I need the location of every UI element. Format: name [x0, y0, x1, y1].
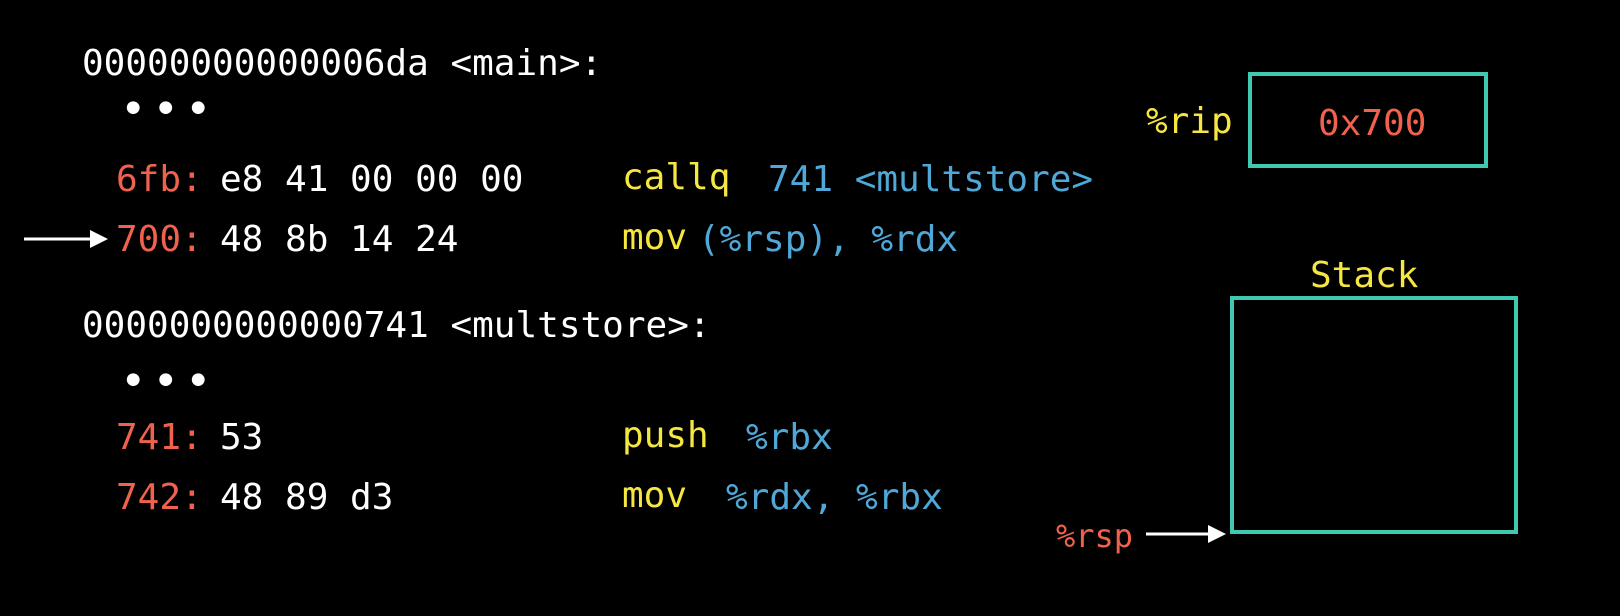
- instruction-operands: (%rsp), %rdx: [698, 219, 959, 260]
- stack-box: [1230, 296, 1518, 534]
- main-function-header: 00000000000006da <main>:: [82, 43, 603, 84]
- instruction-operands: 741 <multstore>: [768, 159, 1094, 200]
- multstore-ellipsis: •••: [120, 356, 218, 407]
- instruction-bytes: 48 8b 14 24: [220, 219, 459, 260]
- stack-title: Stack: [1310, 255, 1419, 296]
- right-arrow-icon: [1146, 525, 1226, 543]
- multstore-function-header: 0000000000000741 <multstore>:: [82, 305, 711, 346]
- main-ellipsis: •••: [120, 84, 218, 135]
- instruction-address: 741:: [116, 417, 203, 458]
- instruction-opcode: callq: [622, 157, 731, 198]
- instruction-address: 6fb:: [116, 159, 203, 200]
- instruction-address: 742:: [116, 477, 203, 518]
- rip-register-value: 0x700: [1318, 103, 1427, 144]
- instruction-opcode: mov: [622, 217, 688, 258]
- instruction-opcode: mov: [622, 475, 688, 516]
- rsp-register-label: %rsp: [1056, 517, 1134, 555]
- rip-register-label: %rip: [1146, 101, 1233, 142]
- instruction-bytes: 48 89 d3: [220, 477, 394, 518]
- instruction-bytes: 53: [220, 417, 264, 458]
- instruction-operands: %rbx: [746, 417, 833, 458]
- instruction-bytes: e8 41 00 00 00: [220, 159, 524, 200]
- instruction-address: 700:: [116, 219, 203, 260]
- instruction-opcode: push: [622, 415, 709, 456]
- right-arrow-icon: [24, 230, 108, 248]
- instruction-operands: %rdx, %rbx: [726, 477, 943, 518]
